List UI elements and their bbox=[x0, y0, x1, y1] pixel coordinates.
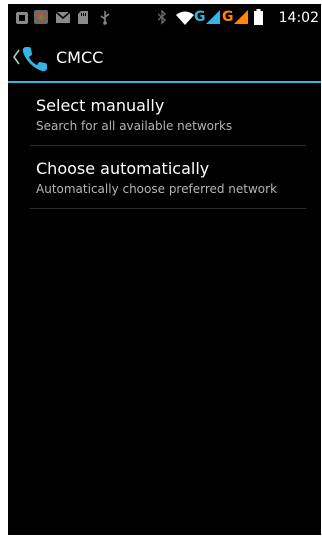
device-screen: G G 14:02 CMCC Select manually Search fo… bbox=[8, 4, 321, 535]
battery-icon bbox=[254, 9, 263, 25]
wifi-icon bbox=[176, 11, 194, 25]
item-title: Choose automatically bbox=[36, 159, 210, 178]
notification-icon bbox=[16, 12, 28, 24]
list-divider bbox=[30, 208, 306, 209]
page-title: CMCC bbox=[56, 48, 104, 67]
item-title: Select manually bbox=[36, 96, 165, 115]
email-icon bbox=[56, 12, 70, 23]
network-type-2: G bbox=[222, 9, 234, 25]
network-type-1: G bbox=[194, 9, 206, 25]
action-bar: CMCC bbox=[8, 34, 321, 82]
network-options-list: Select manually Search for all available… bbox=[8, 83, 321, 209]
item-summary: Automatically choose preferred network bbox=[36, 182, 278, 196]
signal-icon bbox=[206, 10, 220, 24]
gallery-icon bbox=[34, 10, 48, 24]
list-item-select-manually[interactable]: Select manually Search for all available… bbox=[8, 83, 321, 146]
phone-icon[interactable] bbox=[20, 44, 50, 74]
bluetooth-icon bbox=[158, 10, 166, 25]
status-bar: G G 14:02 bbox=[8, 4, 321, 34]
signal-icon-2 bbox=[234, 10, 248, 24]
list-item-choose-automatically[interactable]: Choose automatically Automatically choos… bbox=[8, 146, 321, 209]
sd-card-icon bbox=[78, 11, 88, 24]
status-time: 14:02 bbox=[278, 10, 319, 26]
usb-icon bbox=[100, 11, 110, 25]
item-summary: Search for all available networks bbox=[36, 119, 233, 133]
